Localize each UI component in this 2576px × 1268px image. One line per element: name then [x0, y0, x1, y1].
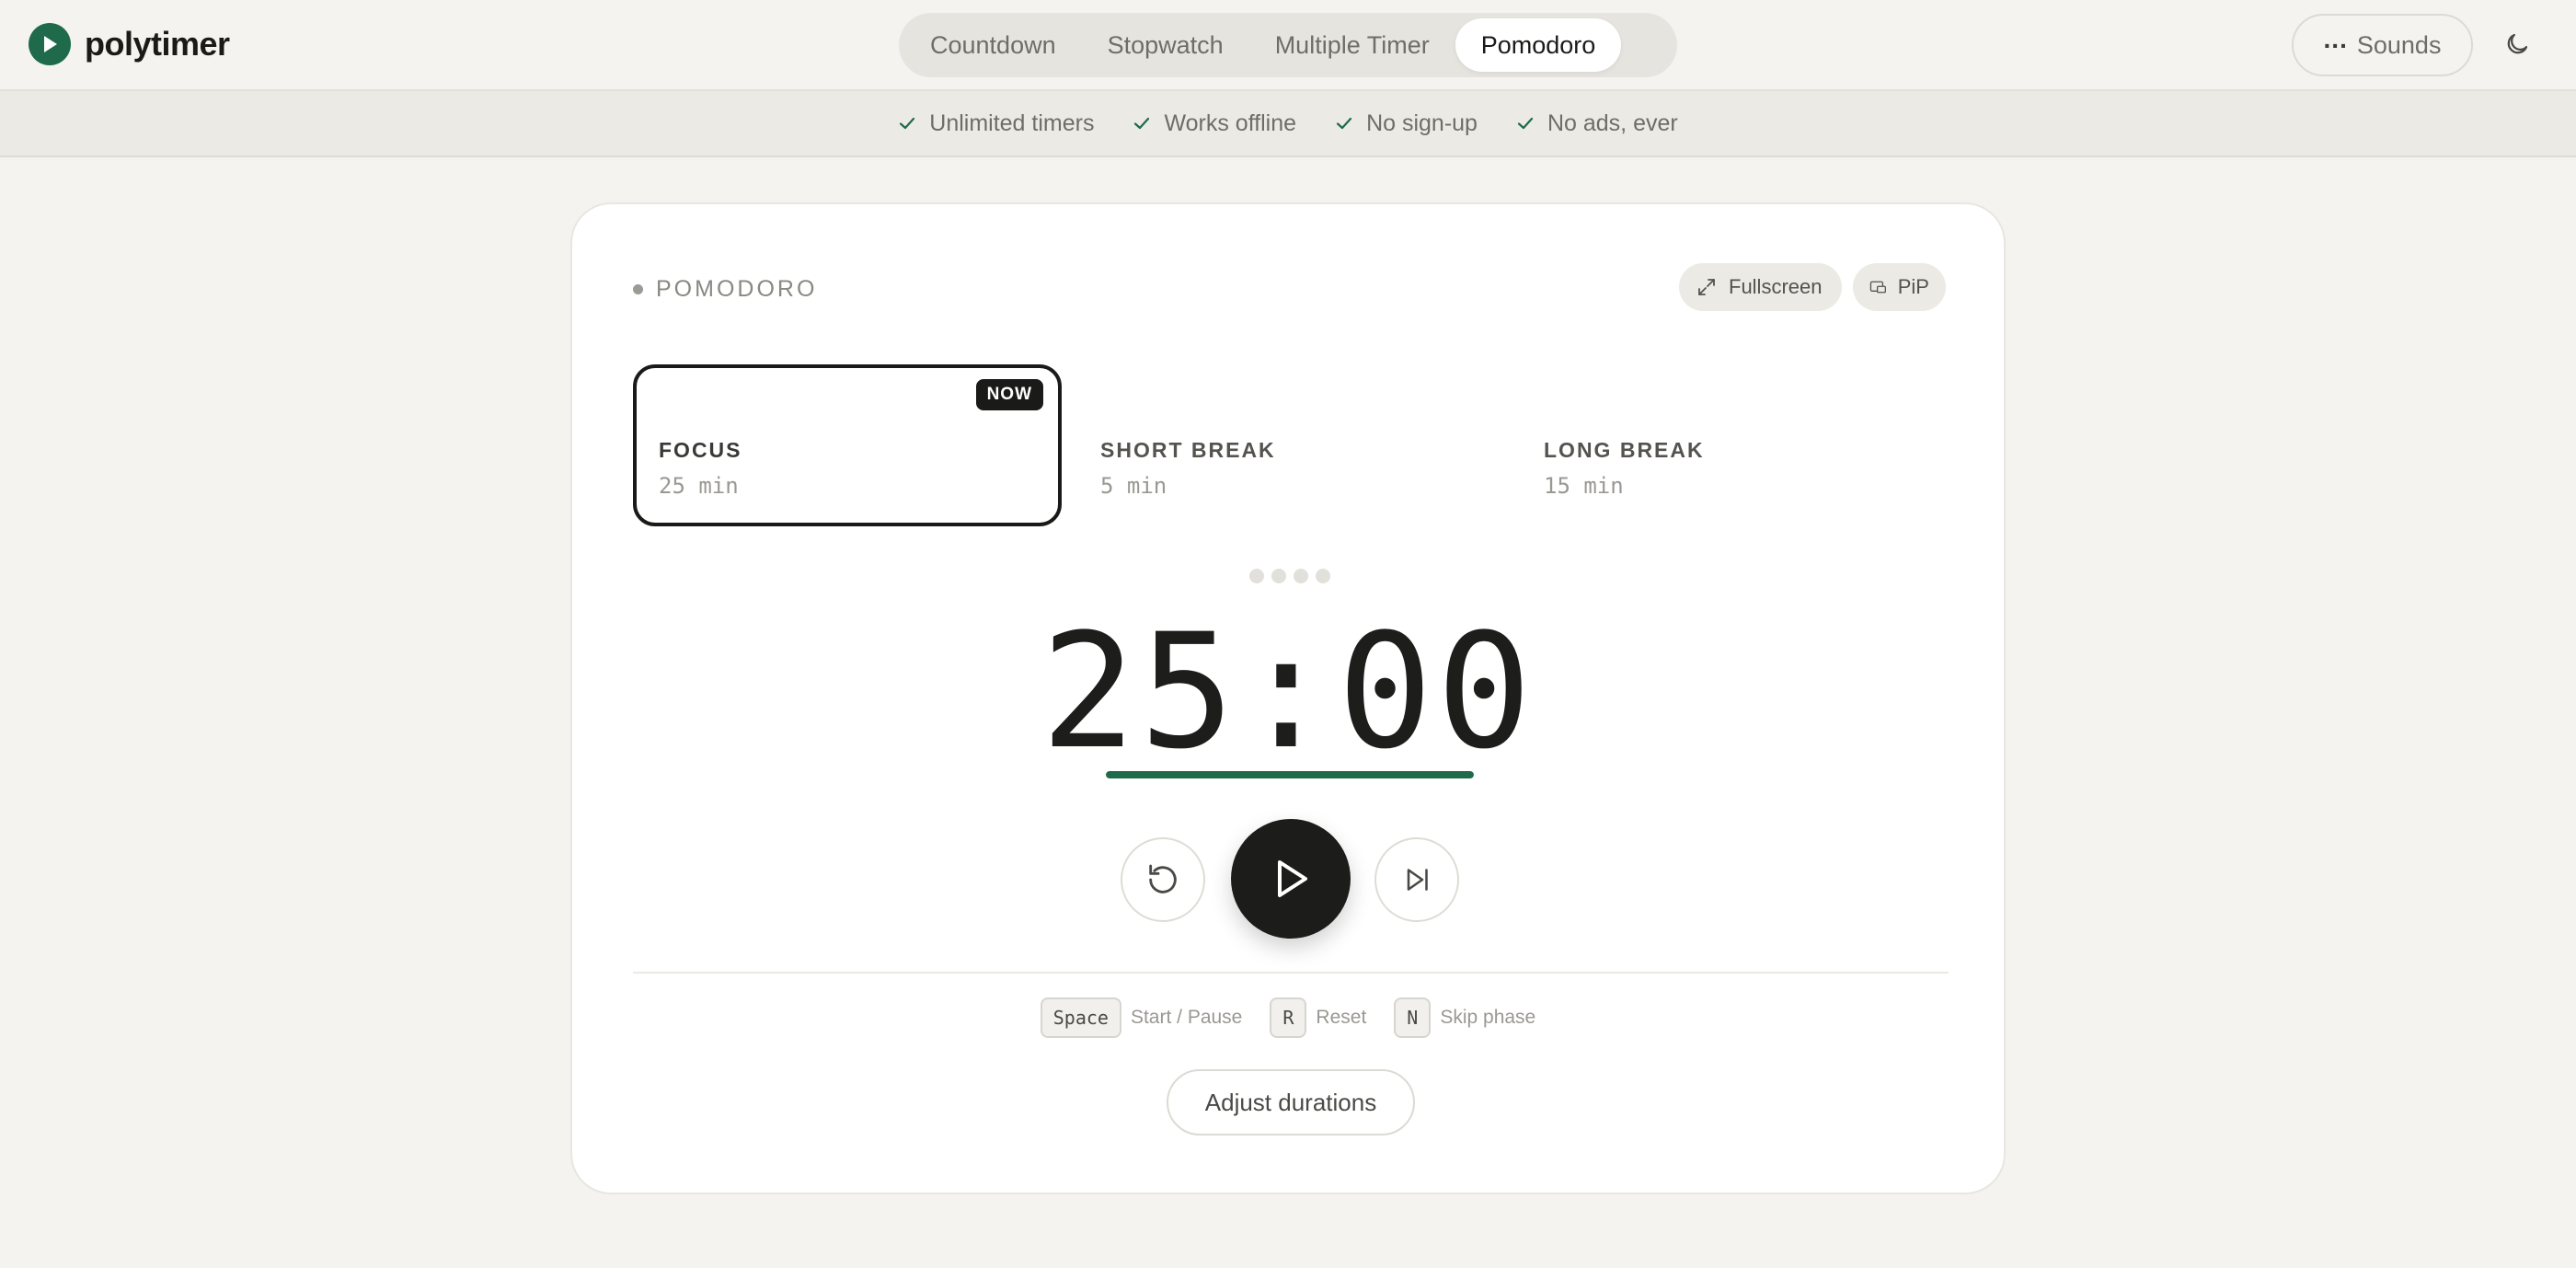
feature-item: Works offline	[1133, 110, 1296, 137]
pip-button[interactable]: PiP	[1853, 263, 1946, 311]
tab-pomodoro[interactable]: Pomodoro	[1455, 18, 1622, 72]
pip-label: PiP	[1897, 275, 1929, 298]
kbd-r: R	[1270, 997, 1307, 1038]
progress-bar	[1106, 771, 1474, 778]
feature-item: No ads, ever	[1516, 110, 1678, 137]
theme-toggle-button[interactable]	[2499, 26, 2536, 63]
kbd-space: Space	[1040, 997, 1121, 1038]
dots-icon: ...	[2323, 25, 2348, 53]
fullscreen-button[interactable]: Fullscreen	[1679, 263, 1842, 311]
features-bar: Unlimited timers Works offline No sign-u…	[0, 91, 2576, 157]
mode-tabs: Countdown Stopwatch Multiple Timer Pomod…	[899, 13, 1677, 77]
cycle-dot	[1316, 569, 1330, 583]
feature-label: Unlimited timers	[929, 110, 1095, 136]
phase-duration: 25 min	[659, 473, 739, 499]
top-header: polytimer Countdown Stopwatch Multiple T…	[0, 0, 2576, 91]
check-icon	[1517, 117, 1534, 130]
adjust-durations-button[interactable]: Adjust durations	[1167, 1069, 1415, 1135]
cycle-dot	[1249, 569, 1264, 583]
reset-icon	[1149, 864, 1177, 893]
kbd-n: N	[1394, 997, 1432, 1038]
shortcut-label: Start / Pause	[1130, 1007, 1243, 1028]
feature-item: Unlimited timers	[898, 110, 1094, 137]
sounds-button[interactable]: ... Sounds	[2292, 14, 2473, 76]
pomodoro-card: POMODORO Fullscreen PiP NOW FOCUS 25 min…	[570, 202, 2006, 1194]
now-badge: NOW	[975, 379, 1043, 410]
phase-long-break[interactable]: LONG BREAK 15 min	[1518, 364, 1947, 526]
shortcut-label: Reset	[1316, 1007, 1367, 1028]
moon-icon	[2507, 33, 2528, 54]
divider	[633, 972, 1949, 974]
phase-name: LONG BREAK	[1544, 438, 1705, 462]
mode-label: POMODORO	[633, 276, 817, 303]
phase-short-break[interactable]: SHORT BREAK 5 min	[1075, 364, 1503, 526]
brand-name: polytimer	[85, 25, 230, 63]
fullscreen-label: Fullscreen	[1729, 275, 1823, 298]
skip-phase-button[interactable]	[1374, 837, 1459, 922]
play-circle-icon	[29, 23, 71, 65]
cycle-dot	[1294, 569, 1308, 583]
check-icon	[1336, 117, 1352, 130]
reset-button[interactable]	[1121, 837, 1205, 922]
brand[interactable]: polytimer	[29, 23, 230, 65]
picture-in-picture-icon	[1869, 281, 1886, 294]
keyboard-shortcuts: Space Start / Pause R Reset N Skip phase	[572, 997, 2004, 1038]
bullet-dot	[633, 284, 643, 294]
mode-label-text: POMODORO	[656, 276, 818, 302]
play-button[interactable]	[1231, 819, 1351, 939]
tab-countdown[interactable]: Countdown	[904, 18, 1082, 72]
phase-duration: 15 min	[1544, 473, 1624, 499]
sounds-label: Sounds	[2356, 30, 2442, 59]
shortcut-label: Skip phase	[1440, 1007, 1536, 1028]
feature-label: Works offline	[1164, 110, 1297, 136]
check-icon	[900, 117, 915, 130]
progress-fill	[1106, 771, 1474, 778]
feature-item: No sign-up	[1335, 110, 1478, 137]
feature-label: No sign-up	[1366, 110, 1478, 136]
expand-icon	[1698, 279, 1715, 295]
play-icon	[1278, 860, 1307, 897]
cycle-dot	[1271, 569, 1286, 583]
phase-name: FOCUS	[659, 438, 742, 462]
phase-duration: 5 min	[1100, 473, 1167, 499]
feature-label: No ads, ever	[1547, 110, 1678, 136]
tab-stopwatch[interactable]: Stopwatch	[1082, 18, 1249, 72]
cycle-dots	[1249, 569, 1330, 583]
check-icon	[1134, 117, 1150, 130]
phase-focus[interactable]: NOW FOCUS 25 min	[633, 364, 1062, 526]
phase-name: SHORT BREAK	[1100, 438, 1276, 462]
tab-multiple-timer[interactable]: Multiple Timer	[1249, 18, 1455, 72]
timer-display: 25:00	[1041, 599, 1535, 784]
skip-next-icon	[1407, 869, 1428, 891]
